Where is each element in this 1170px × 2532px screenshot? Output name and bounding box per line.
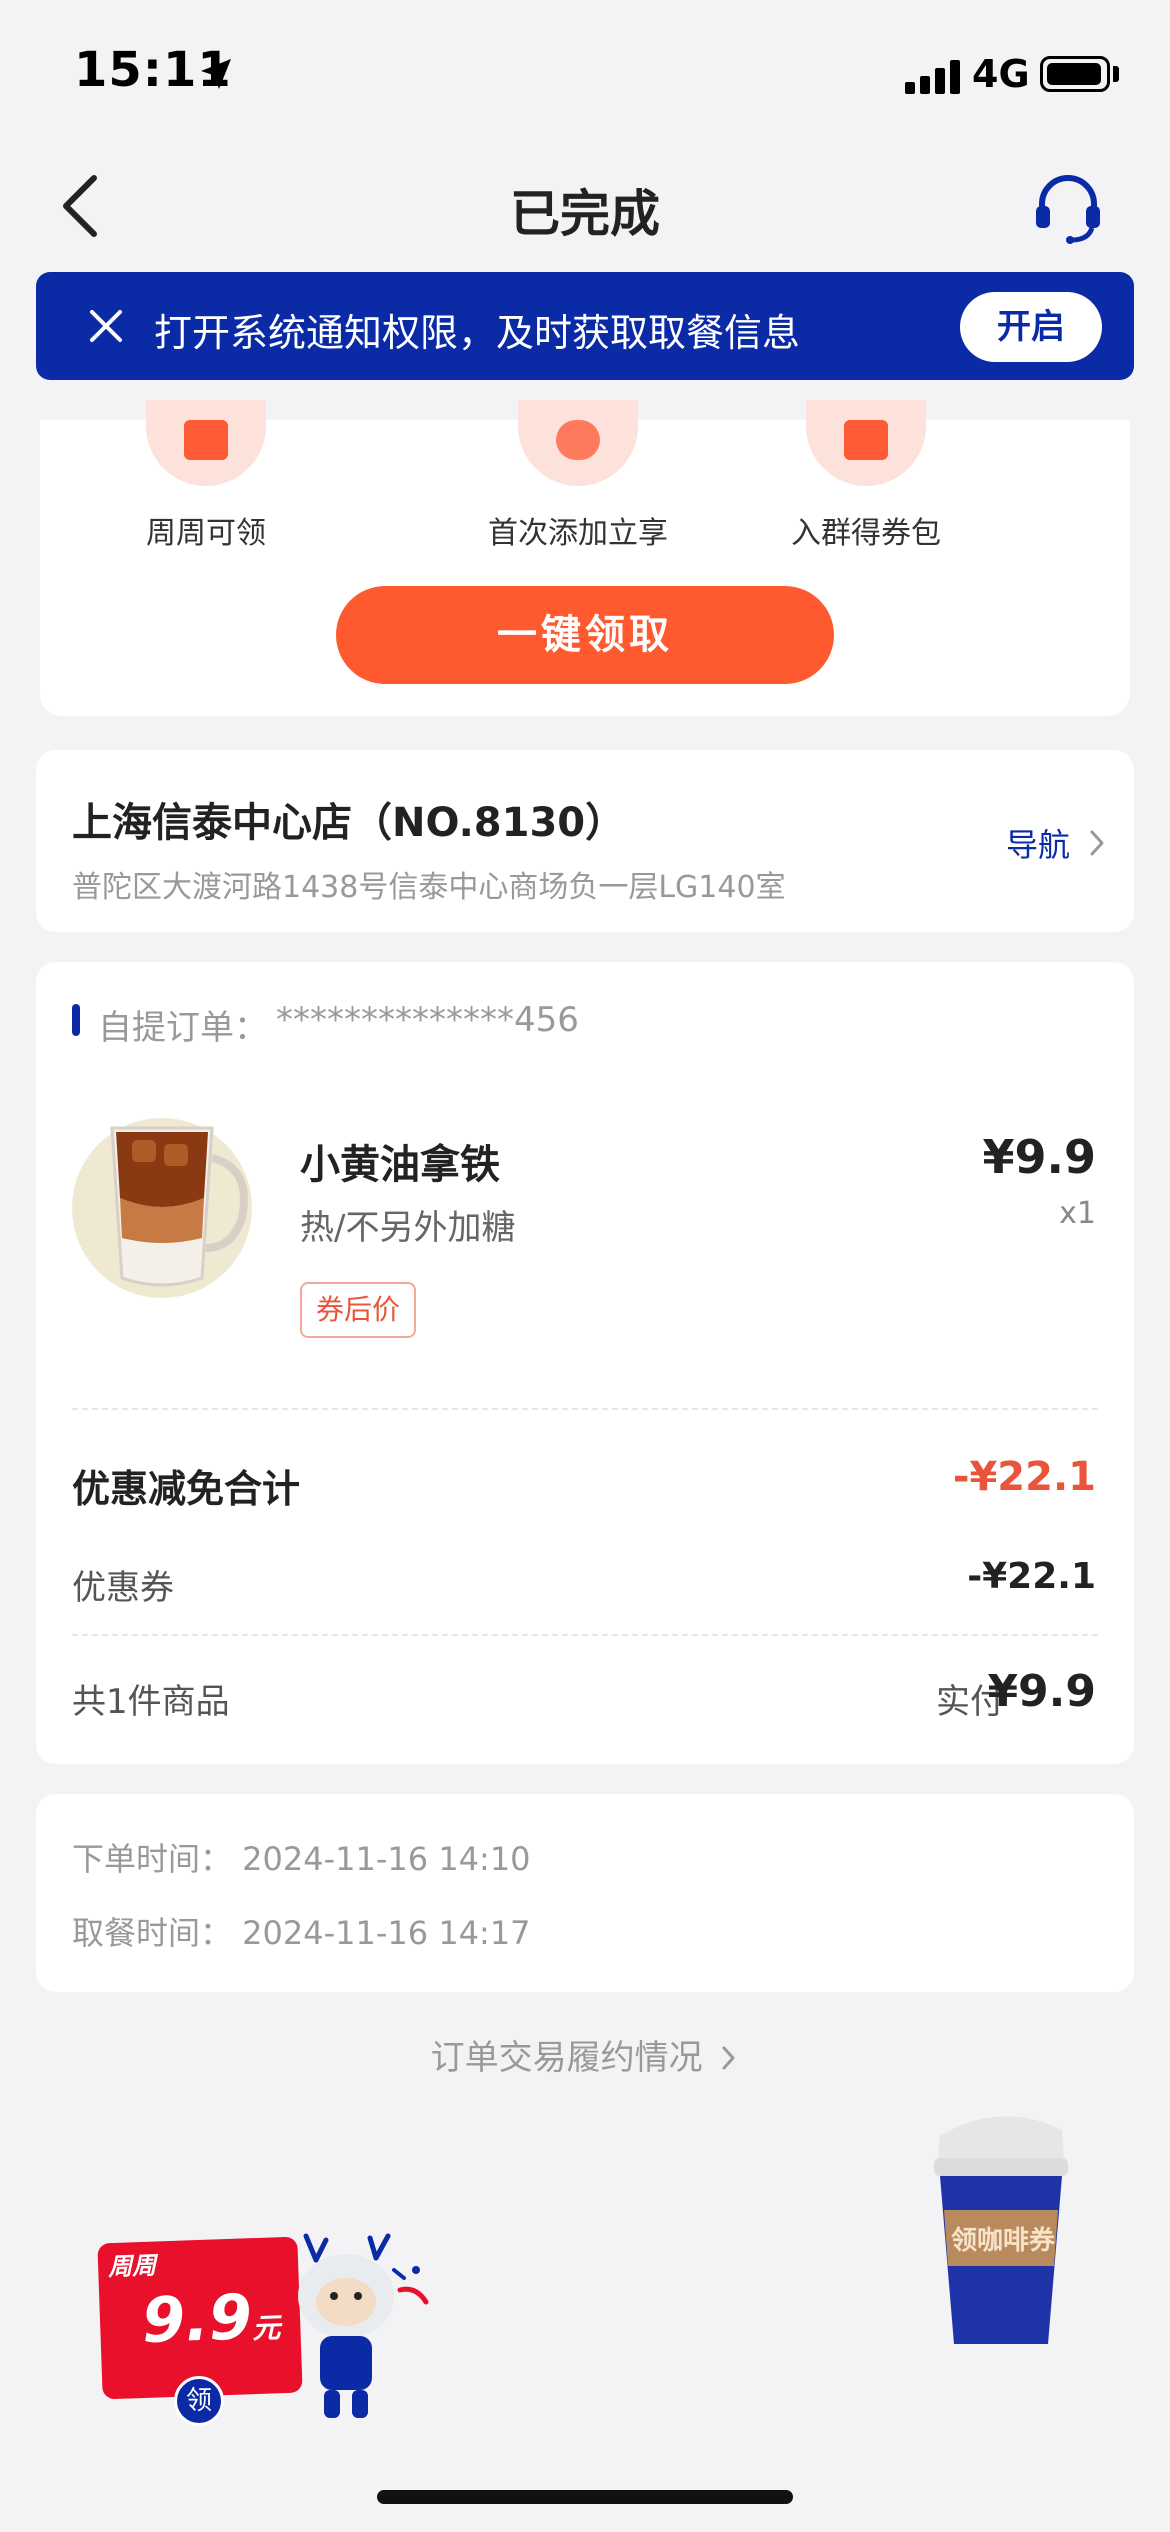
promo-claim-badge[interactable]: 领 [174,2376,224,2426]
deer-icon [146,400,266,486]
chevron-right-icon[interactable] [1086,828,1108,858]
order-time: 下单时间： 2024-11-16 14:10 [72,1840,531,1878]
order-detail-page: 15:11 4G 已完成 打开系统通知权限，及时获取取餐信息 开启 周周可领 首… [0,0,1170,2532]
product-quantity: x1 [1059,1196,1096,1231]
section-marker [72,1004,80,1036]
order-card: 自提订单： **************456 小黄油拿铁 热/不另外加糖 券后… [36,962,1134,1764]
coffee-coupon-label: 领咖啡券 [950,2226,1055,2256]
benefit-label: 入群得券包 [791,516,941,551]
customer-service-headset-icon[interactable] [1030,170,1106,246]
nav-header: 已完成 [0,150,1170,262]
coupon-label: 优惠券 [72,1568,174,1608]
benefit-item-weekly[interactable]: 周周可领 [106,400,306,552]
signal-icon [905,58,961,94]
order-type-label: 自提订单： [98,1008,268,1048]
coupon-value: -¥22.1 [967,1556,1096,1597]
divider [72,1408,1098,1410]
enable-notification-button[interactable]: 开启 [960,292,1102,362]
discount-total-value: -¥22.1 [952,1454,1096,1500]
one-click-claim-button[interactable]: 一键领取 [336,586,834,684]
home-indicator[interactable] [377,2490,793,2504]
store-card: 上海信泰中心店（NO.8130） 普陀区大渡河路1438号信泰中心商场负一层LG… [36,750,1134,932]
promo-week-label: 周周 [107,2251,157,2282]
battery-icon [1040,56,1110,92]
status-bar: 15:11 4G [0,0,1170,140]
gift-icon [806,400,926,486]
product-price: ¥9.9 [982,1130,1097,1184]
coffee-coupon-float[interactable]: 领咖啡券 [930,2100,1070,2350]
divider [72,1634,1098,1636]
benefit-label: 首次添加立享 [488,516,668,551]
promo-card: 周周 9.9元 [97,2236,303,2400]
network-type: 4G [972,52,1030,96]
notification-text: 打开系统通知权限，及时获取取餐信息 [154,311,801,355]
discount-coupon-icon [518,400,638,486]
benefit-item-first-add[interactable]: 首次添加立享 [478,400,678,552]
benefit-item-join-group[interactable]: 入群得券包 [766,400,966,552]
product-spec: 热/不另外加糖 [300,1208,516,1248]
page-title: 已完成 [510,185,660,243]
order-times-card: 下单时间： 2024-11-16 14:10 取餐时间： 2024-11-16 … [36,1794,1134,1992]
deer-mascot-icon [298,2233,429,2418]
after-coupon-price-tag: 券后价 [300,1282,417,1338]
weekly-promo-float[interactable]: 周周 9.9元 领 [96,2230,446,2436]
chevron-right-icon [722,2046,735,2070]
order-fulfillment-link[interactable]: 订单交易履约情况 [0,2030,1170,2079]
notification-banner: 打开系统通知权限，及时获取取餐信息 开启 [36,272,1134,380]
store-address: 普陀区大渡河路1438号信泰中心商场负一层LG140室 [72,870,786,905]
pickup-time: 取餐时间： 2024-11-16 14:17 [72,1914,531,1952]
item-count-label: 共1件商品 [72,1682,230,1722]
paid-value: ¥9.9 [987,1666,1096,1717]
product-image [72,1118,252,1298]
benefits-card: 周周可领 首次添加立享 入群得券包 一键领取 [40,400,1130,716]
location-arrow-icon [201,59,231,89]
promo-amount: 9.9元 [140,2280,281,2358]
order-fulfillment-label: 订单交易履约情况 [430,2038,703,2078]
benefit-label: 周周可领 [146,516,266,551]
store-name: 上海信泰中心店（NO.8130） [72,800,626,846]
close-icon[interactable] [78,298,134,354]
navigate-link[interactable]: 导航 [1006,820,1070,866]
battery-cap [1113,66,1119,82]
discount-total-label: 优惠减免合计 [72,1467,301,1511]
order-number: **************456 [276,1000,579,1040]
product-name: 小黄油拿铁 [300,1142,500,1188]
